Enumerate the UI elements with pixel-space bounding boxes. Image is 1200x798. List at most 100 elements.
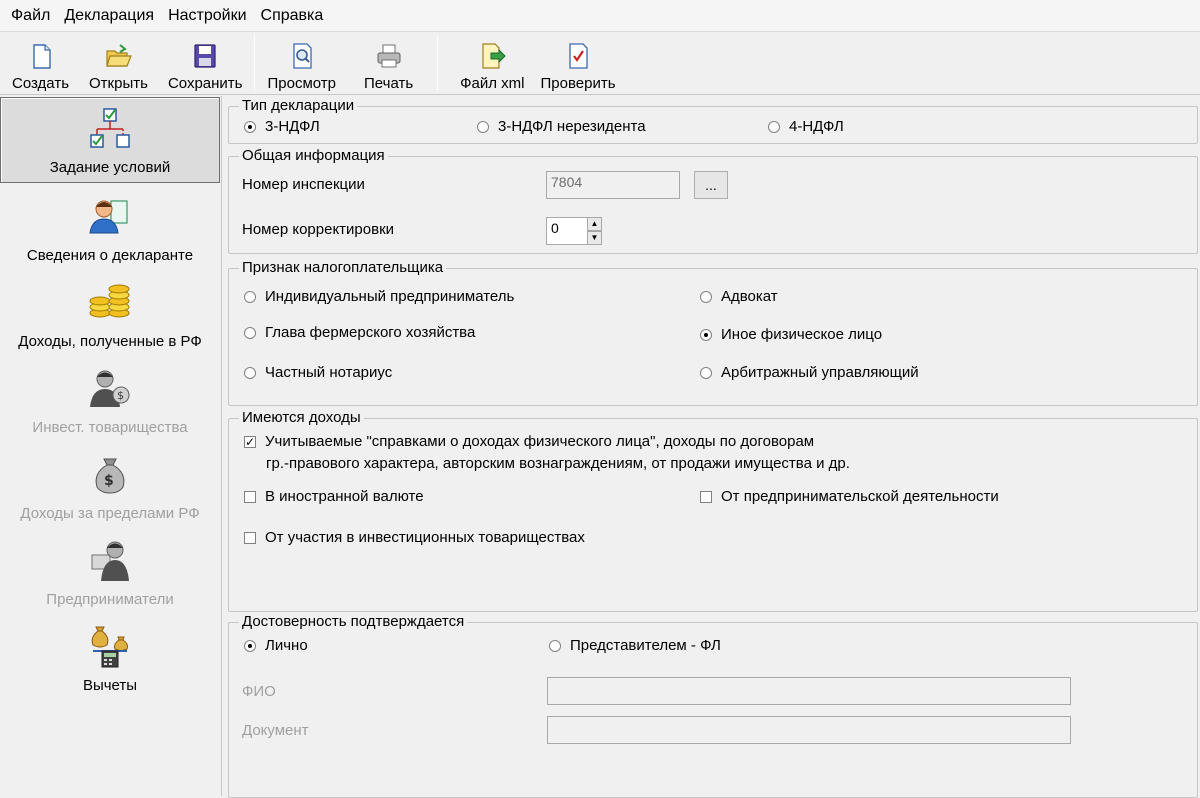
check-button[interactable]: Проверить [531,34,624,94]
sidebar-item-label: Задание условий [49,159,171,176]
fio-label: ФИО [242,683,276,700]
declaration-type-group: Тип декларации [228,96,1198,144]
correction-number-field[interactable]: 0 [546,217,588,245]
radio-3ndfl[interactable]: 3-НДФЛ [244,118,320,135]
checkbox-indicator [700,490,712,503]
radio-label: Индивидуальный предприниматель [265,288,515,305]
print-button[interactable]: Печать [348,34,429,94]
radio-label: Частный нотариус [265,364,393,381]
preview-magnifier-icon [293,43,312,69]
radio-indicator [244,326,256,339]
menu-settings[interactable]: Настройки [161,0,253,32]
radio-individual-entrepreneur[interactable]: Индивидуальный предприниматель [244,288,514,305]
open-folder-icon [106,44,133,67]
group-title: Признак налогоплательщика [239,258,447,278]
radio-lawyer[interactable]: Адвокат [700,288,778,305]
fio-field[interactable] [547,677,1071,705]
preview-label: Просмотр [267,75,336,92]
entrepreneur-icon [91,541,129,581]
sidebar-item-income-abroad[interactable]: $ Доходы за пределами РФ [0,442,220,528]
save-button[interactable]: Сохранить [160,34,251,94]
xml-file-button[interactable]: Файл xml [442,34,530,94]
document-field[interactable] [547,716,1071,744]
checkbox-label: В иностранной валюте [265,488,424,505]
radio-label: 3-НДФЛ нерезидента [498,118,646,135]
radio-indicator [244,290,256,303]
person-card-icon [89,200,128,234]
open-button[interactable]: Открыть [77,34,160,94]
checkbox-foreign-currency[interactable]: В иностранной валюте [244,488,424,505]
sidebar-item-label: Сведения о декларанте [26,247,194,264]
coins-icon [89,284,130,318]
browse-inspection-button[interactable]: ... [694,171,728,199]
radio-arbitration-manager[interactable]: Арбитражный управляющий [700,364,919,381]
xml-file-label: Файл xml [460,75,525,92]
create-button[interactable]: Создать [0,34,77,94]
inspection-number-field[interactable]: 7804 [546,171,680,199]
radio-indicator [768,120,780,133]
scales-calculator-icon [91,626,128,668]
new-document-icon [32,44,51,69]
toolbar: Создать Открыть Сохранить Просмотр Печат… [0,33,1200,95]
checkbox-certified-income[interactable]: ✓ Учитываемые "справками о доходах физич… [244,433,814,450]
sidebar-item-label: Вычеты [82,677,138,694]
radio-personally[interactable]: Лично [244,637,308,654]
sidebar-item-label: Доходы, полученные в РФ [18,333,202,350]
spin-down-icon[interactable]: ▼ [587,231,602,245]
checkbox-business-income[interactable]: От предпринимательской деятельности [700,488,999,505]
xml-export-icon [482,43,507,69]
radio-4ndfl[interactable]: 4-НДФЛ [768,118,844,135]
checklist-icon [569,43,588,69]
correction-number-label: Номер корректировки [242,221,395,238]
radio-indicator [700,290,712,303]
radio-notary[interactable]: Частный нотариус [244,364,392,381]
menu-bar: Файл Декларация Настройки Справка [0,0,1200,32]
investor-icon: $ [90,370,130,407]
spin-up-icon[interactable]: ▲ [587,217,602,231]
checkbox-indicator [244,531,256,544]
sidebar-item-conditions[interactable]: Задание условий [0,97,220,183]
preview-button[interactable]: Просмотр [259,34,348,94]
radio-label: Лично [265,637,308,654]
sidebar-item-invest[interactable]: $ Инвест. товарищества [0,356,220,442]
menu-help[interactable]: Справка [254,0,331,32]
create-label: Создать [12,75,70,92]
radio-indicator [244,639,256,652]
save-label: Сохранить [167,75,243,92]
sidebar-item-income-rf[interactable]: Доходы, полученные в РФ [0,270,220,356]
sidebar-item-label: Предприниматели [46,591,174,608]
printer-icon [377,44,401,68]
radio-representative[interactable]: Представителем - ФЛ [549,637,721,654]
checkbox-indicator: ✓ [244,434,256,449]
group-title: Имеются доходы [239,408,364,428]
radio-indicator [244,366,256,379]
radio-indicator [477,120,489,133]
radio-label: Иное физическое лицо [721,326,883,343]
print-label: Печать [364,75,414,92]
group-title: Достоверность подтверждается [239,612,468,632]
sidebar-item-deductions[interactable]: Вычеты [0,614,220,700]
svg-text:$: $ [117,389,124,402]
radio-other-individual[interactable]: Иное физическое лицо [700,326,882,343]
sidebar-item-entrepreneurs[interactable]: Предприниматели [0,528,220,614]
document-label: Документ [242,722,309,739]
checkbox-label: От предпринимательской деятельности [721,488,999,505]
checkbox-label: От участия в инвестиционных товарищества… [265,529,585,546]
group-title: Общая информация [239,146,388,166]
menu-declaration[interactable]: Декларация [57,0,161,32]
radio-indicator [549,639,561,652]
radio-label: Представителем - ФЛ [570,637,721,654]
radio-indicator [700,328,712,341]
toolbar-separator [437,35,439,91]
radio-label: Арбитражный управляющий [721,364,919,381]
checkbox-invest-partnership[interactable]: От участия в инвестиционных товарищества… [244,529,585,546]
group-title: Тип декларации [239,96,358,116]
radio-indicator [700,366,712,379]
radio-farmer[interactable]: Глава фермерского хозяйства [244,324,475,341]
radio-3ndfl-nonresident[interactable]: 3-НДФЛ нерезидента [477,118,646,135]
checkbox-label-continued: гр.-правового характера, авторским возна… [266,455,850,472]
sidebar-item-declarant[interactable]: Сведения о декларанте [0,184,220,270]
checkbox-label: Учитываемые "справками о доходах физичес… [265,433,815,450]
toolbar-separator [254,35,256,91]
menu-file[interactable]: Файл [4,0,57,32]
